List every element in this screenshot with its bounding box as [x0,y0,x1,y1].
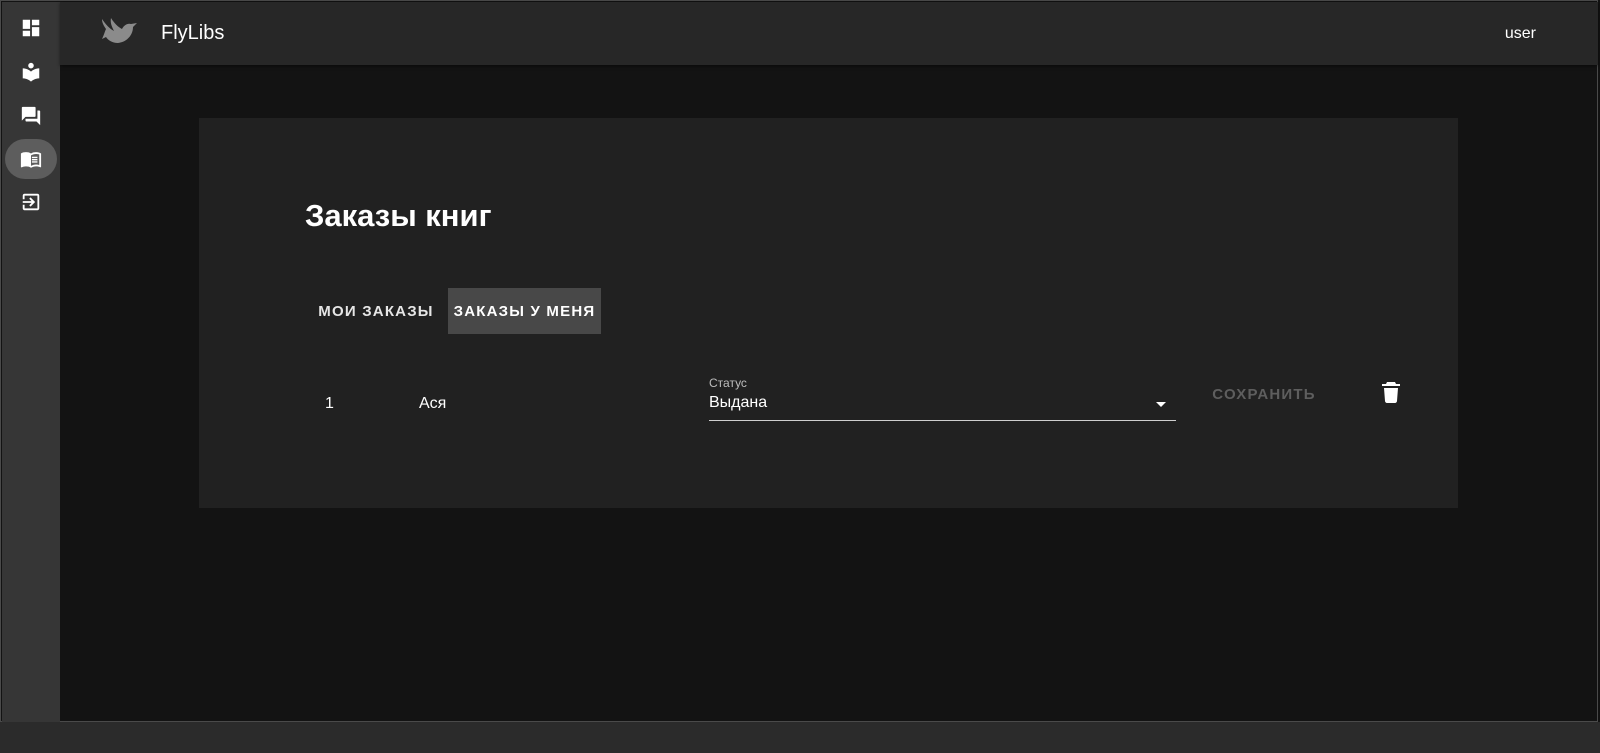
logout-icon [22,193,40,211]
status-select[interactable]: Статус Выдана [709,374,1176,421]
order-number: 1 [325,395,334,412]
tab-my-orders[interactable]: Мои заказы [305,288,447,334]
save-button-label: Сохранить [1212,385,1316,403]
book-open-icon [20,152,42,168]
sidebar-item-forum[interactable] [5,96,57,136]
sidebar-item-orders[interactable] [5,139,57,179]
page-title: Заказы книг [305,198,492,233]
status-value: Выдана [709,394,768,411]
book-reader-icon [22,62,40,82]
sidebar-item-books[interactable] [5,52,57,92]
user-menu[interactable]: user [1505,25,1536,43]
tab-orders-from-me[interactable]: Заказы у меня [448,288,601,334]
sidebar-item-logout[interactable] [5,182,57,222]
forum-icon [21,106,41,126]
order-customer-name: Ася [419,395,447,412]
bird-logo-icon [100,15,138,49]
trash-icon [1382,382,1400,403]
dashboard-icon [22,19,40,37]
app-bar: FlyLibs user [60,2,1598,65]
dropdown-arrow-icon [1156,402,1166,407]
app-window: FlyLibs user Заказы книг Мои заказы Зака… [0,0,1598,722]
delete-button[interactable] [1377,378,1405,406]
save-button[interactable]: Сохранить [1209,376,1319,412]
status-label: Статус [709,376,747,390]
sidebar-item-dashboard[interactable] [5,8,57,48]
orders-card: Заказы книг Мои заказы Заказы у меня 1 А… [199,118,1458,508]
sidebar [2,2,60,722]
window-bottom-bar [0,722,1600,753]
app-title: FlyLibs [161,22,225,44]
